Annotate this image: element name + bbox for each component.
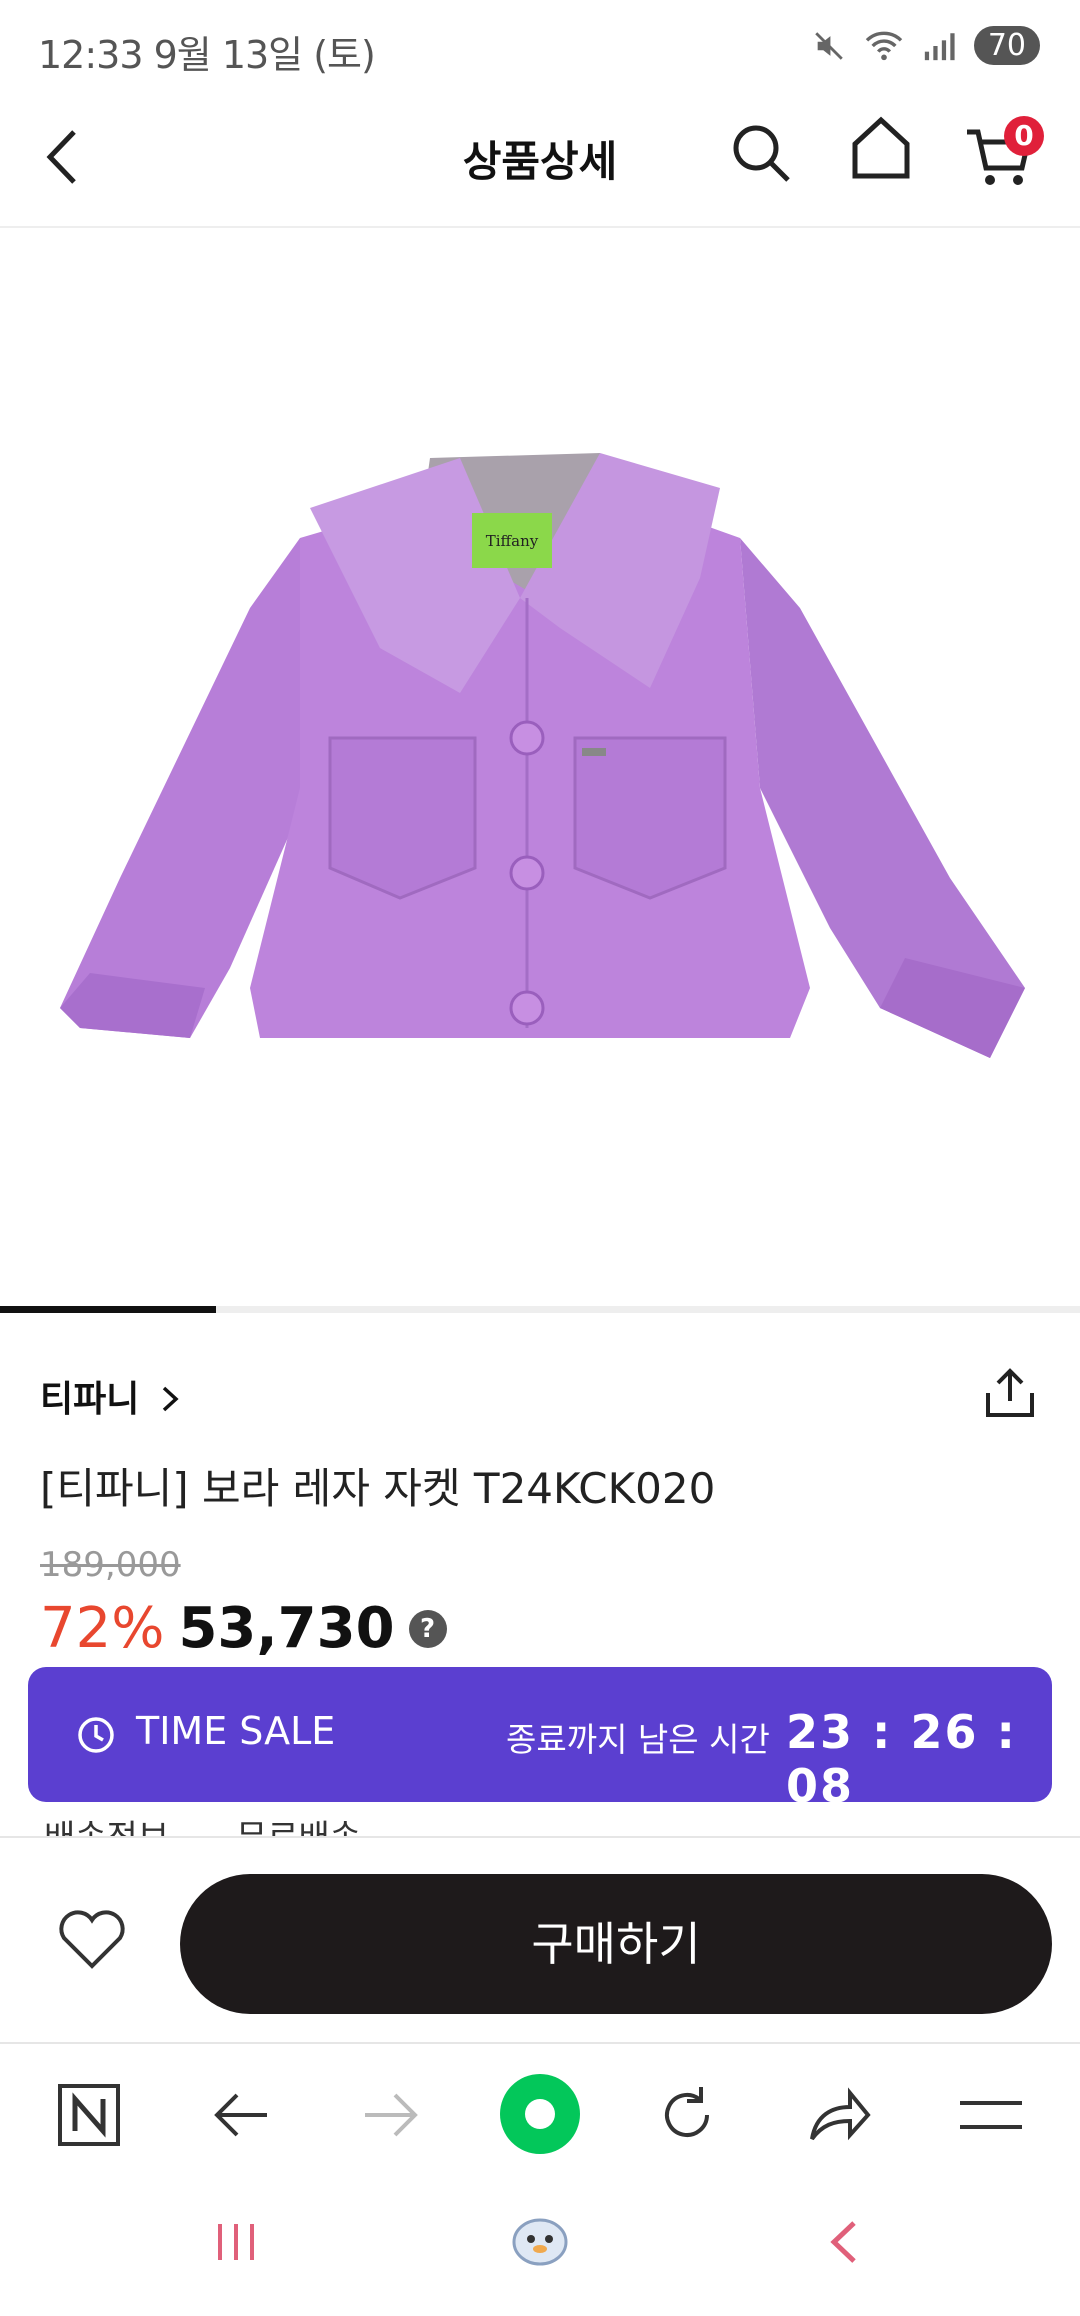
product-name: [티파니] 보라 레자 자켓 T24KCK020 <box>40 1464 716 1513</box>
app-header: 상품상세 0 <box>0 96 1080 228</box>
status-bar: 12:33 9월 13일 (토) 70 <box>0 0 1080 96</box>
search-icon[interactable] <box>728 120 794 186</box>
cart-count-badge: 0 <box>1004 116 1044 156</box>
arrow-right-icon[interactable] <box>356 2080 426 2150</box>
time-sale-banner: TIME SALE 종료까지 남은 시간 23 : 26 : 08 <box>28 1667 1052 1813</box>
status-date: 9월 13일 (토) <box>153 33 376 77</box>
countdown-timer: 23 : 26 : 08 <box>786 1705 1017 1813</box>
arrow-left-icon[interactable] <box>206 2080 276 2150</box>
chevron-right-icon <box>162 1386 179 1412</box>
share-icon[interactable] <box>982 1365 1038 1421</box>
shipping-value: 무료배송 <box>235 1818 362 1838</box>
page-title: 상품상세 <box>462 137 618 186</box>
naver-green-button[interactable] <box>498 2072 582 2156</box>
shipping-info-row: 배송정보 무료배송 <box>44 1810 361 1838</box>
discount-rate: 72% <box>40 1596 165 1661</box>
gallery-indicator-progress <box>0 1306 216 1313</box>
naver-n-icon[interactable] <box>54 2080 124 2150</box>
clock-icon <box>78 1717 114 1753</box>
purple-jacket-image: Tiffany <box>60 453 1025 1058</box>
signal-icon <box>924 32 955 60</box>
heart-icon[interactable] <box>56 1908 128 1972</box>
purchase-bar: 구매하기 <box>0 1836 1080 2044</box>
refresh-icon[interactable] <box>652 2080 722 2150</box>
home-face-icon[interactable] <box>506 2206 574 2274</box>
recent-apps-icon[interactable] <box>206 2212 266 2272</box>
original-price: 189,000 <box>40 1545 181 1585</box>
system-navigation-bar <box>0 2182 1080 2316</box>
mute-icon <box>815 31 843 60</box>
menu-icon[interactable] <box>956 2080 1026 2150</box>
status-time: 12:33 9월 13일 (토) <box>38 24 376 79</box>
time-remaining-label: 종료까지 남은 시간 <box>506 1720 770 1759</box>
sale-price: 53,730 <box>178 1596 395 1661</box>
wifi-icon <box>865 31 903 60</box>
buy-button[interactable]: 구매하기 <box>180 1874 1052 2014</box>
forward-share-icon[interactable] <box>804 2080 874 2150</box>
brand-link[interactable]: 티파니 <box>40 1370 182 1422</box>
jacket-label-text: Tiffany <box>486 532 539 550</box>
time-sale-label: TIME SALE <box>136 1709 336 1753</box>
shipping-label: 배송정보 <box>44 1818 170 1838</box>
product-image[interactable]: Tiffany <box>0 228 1080 1308</box>
browser-toolbar <box>0 2042 1080 2184</box>
home-icon[interactable] <box>850 114 912 182</box>
brand-name: 티파니 <box>40 1379 140 1420</box>
price-row: 72% 53,730 ? <box>40 1596 447 1661</box>
nav-back-icon[interactable] <box>814 2212 874 2272</box>
battery-level: 70 <box>973 26 1040 65</box>
status-clock: 12:33 <box>38 33 144 77</box>
status-icons: 70 <box>812 26 1040 65</box>
price-help-icon[interactable]: ? <box>408 1609 447 1648</box>
